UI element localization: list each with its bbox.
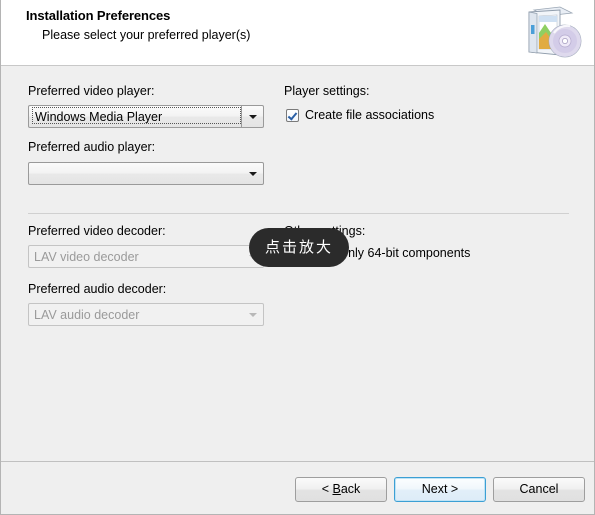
video-decoder-combobox[interactable]: LAV video decoder — [28, 245, 264, 268]
create-file-associations-label: Create file associations — [305, 108, 435, 122]
video-player-value: Windows Media Player — [32, 107, 241, 124]
installer-window: Installation Preferences Please select y… — [0, 0, 595, 515]
page-subtitle: Please select your preferred player(s) — [42, 28, 251, 42]
chevron-down-icon — [248, 171, 257, 176]
back-label-accel: B — [332, 482, 341, 496]
create-file-associations-checkbox-row[interactable]: Create file associations — [286, 108, 434, 122]
audio-player-label: Preferred audio player: — [28, 140, 156, 154]
cancel-button[interactable]: Cancel — [493, 477, 585, 502]
player-settings-label: Player settings: — [284, 84, 370, 98]
back-button[interactable]: < Back — [295, 477, 387, 502]
video-decoder-label: Preferred video decoder: — [28, 224, 166, 238]
audio-player-dropdown-button[interactable] — [242, 163, 263, 184]
software-box-cd-icon — [520, 5, 582, 61]
back-label-post: ack — [340, 482, 361, 496]
audio-decoder-value: LAV audio decoder — [34, 308, 140, 322]
audio-decoder-combobox[interactable]: LAV audio decoder — [28, 303, 264, 326]
next-button[interactable]: Next > — [394, 477, 486, 502]
chevron-down-icon — [248, 312, 257, 317]
back-label-pre: < — [321, 482, 333, 496]
video-player-dropdown-button[interactable] — [241, 106, 263, 127]
video-player-label: Preferred video player: — [28, 84, 155, 98]
zoom-overlay-badge[interactable]: 点击放大 — [249, 228, 349, 267]
video-decoder-value: LAV video decoder — [34, 250, 139, 264]
page-title: Installation Preferences — [26, 8, 171, 23]
create-file-associations-checkbox[interactable] — [286, 108, 299, 122]
video-player-combobox[interactable]: Windows Media Player — [28, 105, 264, 128]
wizard-footer: < Back Next > Cancel — [1, 461, 594, 514]
audio-decoder-dropdown-button[interactable] — [242, 304, 263, 325]
chevron-down-icon — [248, 114, 257, 119]
wizard-header: Installation Preferences Please select y… — [1, 0, 594, 66]
audio-decoder-label: Preferred audio decoder: — [28, 282, 167, 296]
section-divider — [28, 213, 569, 214]
audio-player-combobox[interactable] — [28, 162, 264, 185]
